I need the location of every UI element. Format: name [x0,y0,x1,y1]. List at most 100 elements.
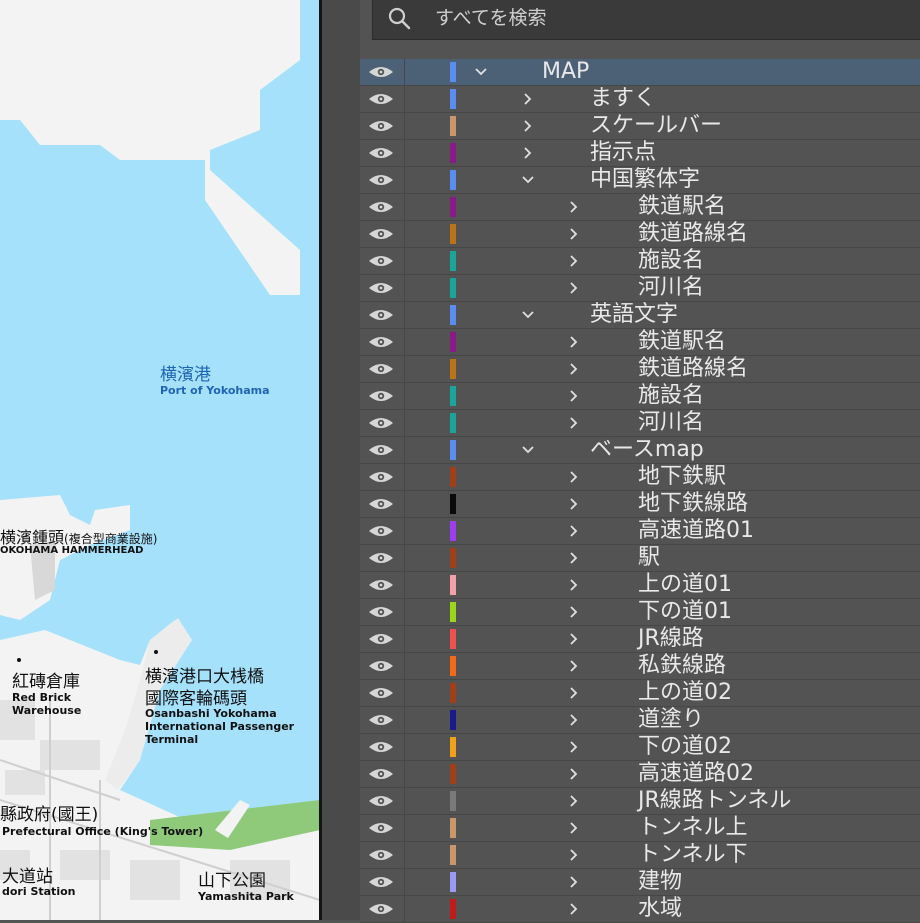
layer-name[interactable]: 下の道01 [638,598,732,625]
layer-row[interactable]: 河川名 [360,410,920,437]
layer-row[interactable]: 英語文字 [360,302,920,329]
eye-icon[interactable] [368,65,394,79]
layer-row[interactable]: 中国繁体字 [360,167,920,194]
chevron-right-icon[interactable] [568,903,580,915]
eye-icon[interactable] [368,443,394,457]
layer-row[interactable]: 上の道01 [360,572,920,599]
chevron-right-icon[interactable] [568,336,580,348]
chevron-right-icon[interactable] [568,201,580,213]
layer-row[interactable]: 施設名 [360,248,920,275]
layer-name[interactable]: ますく [590,85,656,112]
layer-row[interactable]: 下の道02 [360,734,920,761]
layer-row[interactable]: 鉄道駅名 [360,329,920,356]
layer-name[interactable]: 英語文字 [590,301,678,328]
eye-icon[interactable] [368,497,394,511]
layer-name[interactable]: 地下鉄駅 [638,463,726,490]
eye-icon[interactable] [368,416,394,430]
eye-icon[interactable] [368,686,394,700]
eye-icon[interactable] [368,254,394,268]
layer-name[interactable]: 河川名 [638,409,704,436]
chevron-down-icon[interactable] [522,309,534,321]
eye-icon[interactable] [368,821,394,835]
chevron-right-icon[interactable] [522,147,534,159]
eye-icon[interactable] [368,362,394,376]
layer-row[interactable]: 道塗り [360,707,920,734]
layer-row[interactable]: 河川名 [360,275,920,302]
layer-name[interactable]: 道塗り [638,706,704,733]
layer-row[interactable]: 鉄道駅名 [360,194,920,221]
eye-icon[interactable] [368,794,394,808]
layer-name[interactable]: 指示点 [590,139,656,166]
layer-name[interactable]: 高速道路01 [638,517,754,544]
eye-icon[interactable] [368,92,394,106]
chevron-down-icon[interactable] [475,66,487,78]
chevron-right-icon[interactable] [568,417,580,429]
layer-row[interactable]: ますく [360,86,920,113]
layer-name[interactable]: 駅 [638,544,660,571]
chevron-right-icon[interactable] [568,606,580,618]
layer-name[interactable]: 中国繁体字 [590,166,700,193]
layer-name[interactable]: 下の道02 [638,733,732,760]
eye-icon[interactable] [368,524,394,538]
layer-row[interactable]: トンネル上 [360,815,920,842]
eye-icon[interactable] [368,227,394,241]
layer-name[interactable]: 建物 [638,868,682,895]
eye-icon[interactable] [368,389,394,403]
layer-row[interactable]: 地下鉄線路 [360,491,920,518]
eye-icon[interactable] [368,173,394,187]
chevron-right-icon[interactable] [568,687,580,699]
layer-row[interactable]: スケールバー [360,113,920,140]
chevron-right-icon[interactable] [568,552,580,564]
layer-name[interactable]: スケールバー [590,112,722,139]
layer-name[interactable]: 河川名 [638,274,704,301]
layer-name[interactable]: 地下鉄線路 [638,490,748,517]
eye-icon[interactable] [368,470,394,484]
chevron-right-icon[interactable] [568,390,580,402]
eye-icon[interactable] [368,767,394,781]
layer-row[interactable]: 下の道01 [360,599,920,626]
chevron-right-icon[interactable] [522,120,534,132]
layer-name[interactable]: 鉄道路線名 [638,220,748,247]
layer-row[interactable]: 私鉄線路 [360,653,920,680]
chevron-right-icon[interactable] [568,768,580,780]
search-input[interactable] [433,3,877,33]
chevron-right-icon[interactable] [568,849,580,861]
layer-name[interactable]: 水域 [638,895,682,922]
layer-row[interactable]: 指示点 [360,140,920,167]
layer-name[interactable]: 施設名 [638,382,704,409]
layer-row[interactable]: 高速道路01 [360,518,920,545]
chevron-right-icon[interactable] [568,795,580,807]
eye-icon[interactable] [368,659,394,673]
layer-row[interactable]: 駅 [360,545,920,572]
eye-icon[interactable] [368,848,394,862]
layer-row[interactable]: 施設名 [360,383,920,410]
layer-name[interactable]: 高速道路02 [638,760,754,787]
layer-row[interactable]: 地下鉄駅 [360,464,920,491]
eye-icon[interactable] [368,146,394,160]
layer-row[interactable]: 鉄道路線名 [360,356,920,383]
eye-icon[interactable] [368,713,394,727]
layer-name[interactable]: 鉄道駅名 [638,328,726,355]
chevron-right-icon[interactable] [568,525,580,537]
chevron-right-icon[interactable] [568,822,580,834]
chevron-right-icon[interactable] [568,714,580,726]
eye-icon[interactable] [368,605,394,619]
eye-icon[interactable] [368,200,394,214]
eye-icon[interactable] [368,281,394,295]
eye-icon[interactable] [368,578,394,592]
layer-name[interactable]: 施設名 [638,247,704,274]
eye-icon[interactable] [368,902,394,916]
layer-row[interactable]: トンネル下 [360,842,920,869]
layer-row[interactable]: JR線路トンネル [360,788,920,815]
layer-name[interactable]: 上の道02 [638,679,732,706]
layer-name[interactable]: JR線路 [638,625,704,652]
layer-name[interactable]: 鉄道路線名 [638,355,748,382]
eye-icon[interactable] [368,740,394,754]
eye-icon[interactable] [368,632,394,646]
layer-row[interactable]: 上の道02 [360,680,920,707]
chevron-right-icon[interactable] [568,660,580,672]
chevron-right-icon[interactable] [568,282,580,294]
chevron-right-icon[interactable] [568,228,580,240]
layer-name[interactable]: MAP [542,58,589,85]
chevron-right-icon[interactable] [568,363,580,375]
